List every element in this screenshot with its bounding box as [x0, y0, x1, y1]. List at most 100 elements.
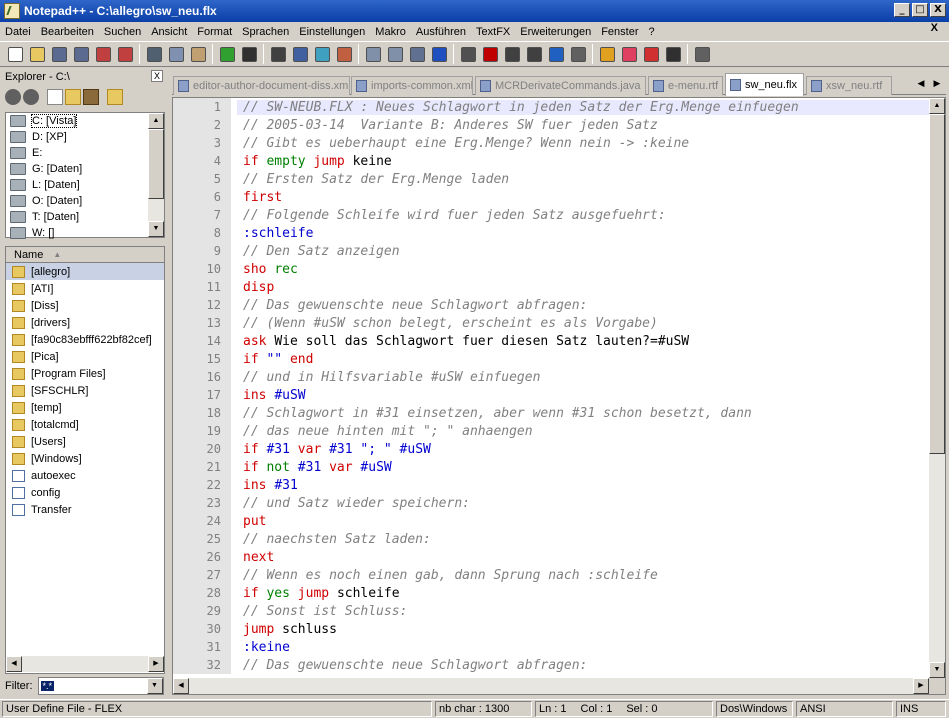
scroll-left-button[interactable]: ◀	[173, 678, 189, 694]
code-line[interactable]: 17 ins #uSW	[173, 386, 929, 404]
scroll-left-button[interactable]: ◀	[6, 656, 22, 672]
menu-item-6[interactable]: Einstellungen	[294, 26, 370, 38]
code-line[interactable]: 27 // Wenn es noch einen gab, dann Sprung…	[173, 566, 929, 584]
code-line[interactable]: 13 // (Wenn #uSW schon belegt, erscheint …	[173, 314, 929, 332]
code-line[interactable]: 3 // Gibt es ueberhaupt eine Erg.Menge? W…	[173, 134, 929, 152]
menu-item-11[interactable]: Fenster	[596, 26, 643, 38]
wrap-button[interactable]	[406, 43, 428, 65]
menu-item-5[interactable]: Sprachen	[237, 26, 294, 38]
file-list-item[interactable]: [Windows]	[6, 450, 164, 467]
file-list-item[interactable]: config	[6, 484, 164, 501]
play-button[interactable]	[523, 43, 545, 65]
code-line[interactable]: 31:keine	[173, 638, 929, 656]
copy-button[interactable]	[165, 43, 187, 65]
file-list-item[interactable]: [fa90c83ebfff622bf82cef]	[6, 331, 164, 348]
code-line[interactable]: 4 if empty jump keine	[173, 152, 929, 170]
code-line[interactable]: 26 next	[173, 548, 929, 566]
code-line[interactable]: 22 ins #31	[173, 476, 929, 494]
code-line[interactable]: 10 sho rec	[173, 260, 929, 278]
drive-item[interactable]: T: [Daten]	[6, 209, 164, 225]
favorites-icon[interactable]	[83, 89, 99, 105]
scroll-down-button[interactable]: ▼	[929, 662, 945, 678]
filter-value[interactable]: *.*	[40, 681, 55, 691]
editor-hscroll[interactable]: ◀ ▶	[173, 678, 929, 694]
code-line[interactable]: 28 if yes jump schleife	[173, 584, 929, 602]
drive-item[interactable]: L: [Daten]	[6, 177, 164, 193]
file-list-item[interactable]: [totalcmd]	[6, 416, 164, 433]
open-button[interactable]	[26, 43, 48, 65]
menu-item-7[interactable]: Makro	[370, 26, 411, 38]
menu-item-3[interactable]: Ansicht	[146, 26, 192, 38]
file-list-item[interactable]: Transfer	[6, 501, 164, 518]
menu-item-8[interactable]: Ausführen	[411, 26, 471, 38]
tab-0[interactable]: editor-author-document-diss.xml	[173, 76, 350, 95]
close-button[interactable]	[92, 43, 114, 65]
drive-item[interactable]: O: [Daten]	[6, 193, 164, 209]
new-button[interactable]	[4, 43, 26, 65]
indent-guide-button[interactable]	[457, 43, 479, 65]
menu-item-1[interactable]: Bearbeiten	[36, 26, 99, 38]
drive-item[interactable]: W: []	[6, 225, 164, 241]
menu-item-0[interactable]: Datei	[0, 26, 36, 38]
spell-button[interactable]	[640, 43, 662, 65]
tab-5[interactable]: xsw_neu.rtf	[806, 76, 892, 95]
column-header-name[interactable]: Name ▲	[6, 247, 164, 263]
filter-dropdown-button[interactable]: ▼	[146, 678, 163, 694]
save-button[interactable]	[48, 43, 70, 65]
file-list-item[interactable]: [Diss]	[6, 297, 164, 314]
code-line[interactable]: 16 // und in Hilfsvariable #uSW einfuegen	[173, 368, 929, 386]
menu-item-4[interactable]: Format	[192, 26, 237, 38]
code-line[interactable]: 9 // Den Satz anzeigen	[173, 242, 929, 260]
show-all-button[interactable]	[428, 43, 450, 65]
tab-2[interactable]: MCRDerivateCommands.java	[475, 76, 646, 95]
print-button[interactable]	[691, 43, 713, 65]
code-line[interactable]: 30 jump schluss	[173, 620, 929, 638]
code-line[interactable]: 5 // Ersten Satz der Erg.Menge laden	[173, 170, 929, 188]
code-line[interactable]: 24 put	[173, 512, 929, 530]
new-folder-icon[interactable]	[65, 89, 81, 105]
code-area[interactable]: 1 // SW-NEUB.FLX : Neues Schlagwort in je…	[173, 98, 929, 678]
stop-button[interactable]	[501, 43, 523, 65]
menu-item-2[interactable]: Suchen	[99, 26, 146, 38]
file-list-item[interactable]: [SFSCHLR]	[6, 382, 164, 399]
drive-list-scrollbar[interactable]: ▲ ▼	[148, 113, 164, 237]
sync-h-button[interactable]	[384, 43, 406, 65]
save-all-button[interactable]	[70, 43, 92, 65]
explorer-close-button[interactable]: X	[151, 70, 163, 82]
filter-combo[interactable]: *.* ▼	[37, 677, 164, 695]
code-line[interactable]: 1 // SW-NEUB.FLX : Neues Schlagwort in je…	[173, 98, 929, 116]
scroll-right-button[interactable]: ▶	[148, 656, 164, 672]
record-button[interactable]	[479, 43, 501, 65]
file-list-item[interactable]: [Pica]	[6, 348, 164, 365]
zoom-in-button[interactable]	[311, 43, 333, 65]
close-button[interactable]: X	[930, 3, 946, 17]
file-list-hscroll[interactable]: ◀ ▶	[6, 656, 164, 672]
drive-item[interactable]: D: [XP]	[6, 129, 164, 145]
menu-item-9[interactable]: TextFX	[471, 26, 515, 38]
code-line[interactable]: 7 // Folgende Schleife wird fuer jeden Sa…	[173, 206, 929, 224]
file-list-item[interactable]: autoexec	[6, 467, 164, 484]
folder-up-icon[interactable]	[107, 89, 123, 105]
file-list-item[interactable]: [allegro]	[6, 263, 164, 280]
tab-1[interactable]: imports-common.xml	[351, 76, 473, 95]
editor-vscroll[interactable]: ▲ ▼	[929, 98, 945, 678]
save-macro-button[interactable]	[567, 43, 589, 65]
file-list-item[interactable]: [ATI]	[6, 280, 164, 297]
menu-item-12[interactable]: ?	[643, 26, 659, 38]
tab-4[interactable]: sw_neu.flx	[725, 73, 804, 96]
scroll-right-button[interactable]: ▶	[913, 678, 929, 694]
favorite-button[interactable]	[618, 43, 640, 65]
menu-close-doc-button[interactable]: X	[926, 22, 943, 34]
paste-button[interactable]	[187, 43, 209, 65]
scroll-up-button[interactable]: ▲	[929, 98, 945, 114]
code-line[interactable]: 14 ask Wie soll das Schlagwort fuer diese…	[173, 332, 929, 350]
scroll-up-button[interactable]: ▲	[148, 113, 164, 129]
new-file-icon[interactable]	[47, 89, 63, 105]
zoom-out-button[interactable]	[333, 43, 355, 65]
sync-v-button[interactable]	[362, 43, 384, 65]
drive-item[interactable]: G: [Daten]	[6, 161, 164, 177]
code-editor[interactable]: 1 // SW-NEUB.FLX : Neues Schlagwort in je…	[172, 97, 946, 695]
maximize-button[interactable]: □	[912, 3, 928, 17]
play-multiple-button[interactable]	[545, 43, 567, 65]
scroll-thumb[interactable]	[148, 129, 164, 199]
